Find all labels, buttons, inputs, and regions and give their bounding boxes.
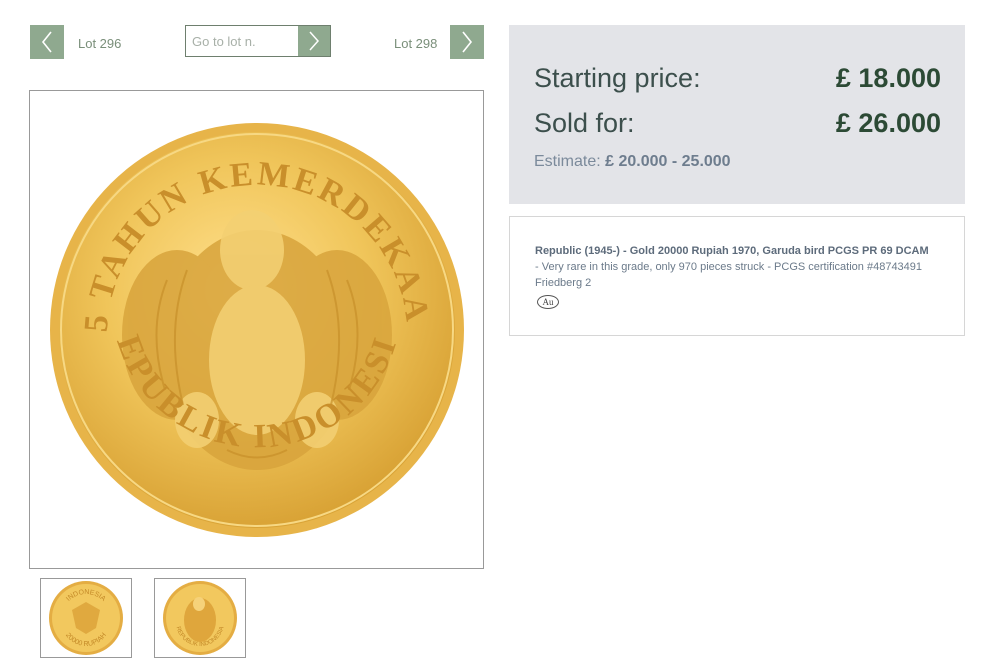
previous-lot-button[interactable] xyxy=(30,25,64,59)
coin-obverse-thumbnail: REPUBLIK INDONESIA xyxy=(163,581,237,655)
starting-price-value: £ 18.000 xyxy=(835,63,941,93)
estimate: Estimate: £ 20.000 - 25.000 xyxy=(534,153,731,171)
next-lot-button[interactable] xyxy=(450,25,484,59)
go-to-lot-form xyxy=(185,25,331,57)
lot-description: Republic (1945-) - Gold 20000 Rupiah 197… xyxy=(535,243,944,291)
coin-obverse-image: 25 TAHUN KEMERDEKAAN REPUBLIK INDONESIA xyxy=(47,120,464,537)
chevron-right-icon xyxy=(309,31,320,51)
main-coin-image[interactable]: 25 TAHUN KEMERDEKAAN REPUBLIK INDONESIA xyxy=(29,90,484,569)
chevron-left-icon xyxy=(41,31,52,53)
price-panel: Starting price: £ 18.000 Sold for: £ 26.… xyxy=(509,25,965,204)
estimate-label: Estimate: xyxy=(534,153,601,170)
go-to-lot-input[interactable] xyxy=(186,26,298,56)
go-to-lot-button[interactable] xyxy=(298,26,330,56)
estimate-value: £ 20.000 - 25.000 xyxy=(605,153,731,170)
next-lot-link[interactable]: Lot 298 xyxy=(394,36,437,51)
previous-lot-link[interactable]: Lot 296 xyxy=(78,36,121,51)
thumbnail-obverse[interactable]: REPUBLIK INDONESIA xyxy=(154,578,246,658)
thumbnail-reverse[interactable]: INDONESIA 20000 RUPIAH xyxy=(40,578,132,658)
sold-for-label: Sold for: xyxy=(534,108,635,138)
metal-badge: Au xyxy=(537,295,559,309)
lot-details: - Very rare in this grade, only 970 piec… xyxy=(535,261,923,273)
lot-reference: Friedberg 2 xyxy=(535,277,592,289)
sold-price-row: Sold for: £ 26.000 xyxy=(534,108,941,139)
starting-price-label: Starting price: xyxy=(534,63,701,93)
starting-price-row: Starting price: £ 18.000 xyxy=(534,63,941,94)
chevron-right-icon xyxy=(462,31,473,53)
lot-description-panel: Republic (1945-) - Gold 20000 Rupiah 197… xyxy=(509,216,965,336)
coin-reverse-thumbnail: INDONESIA 20000 RUPIAH xyxy=(49,581,123,655)
sold-for-value: £ 26.000 xyxy=(835,108,941,138)
lot-title: Republic (1945-) - Gold 20000 Rupiah 197… xyxy=(535,245,929,257)
